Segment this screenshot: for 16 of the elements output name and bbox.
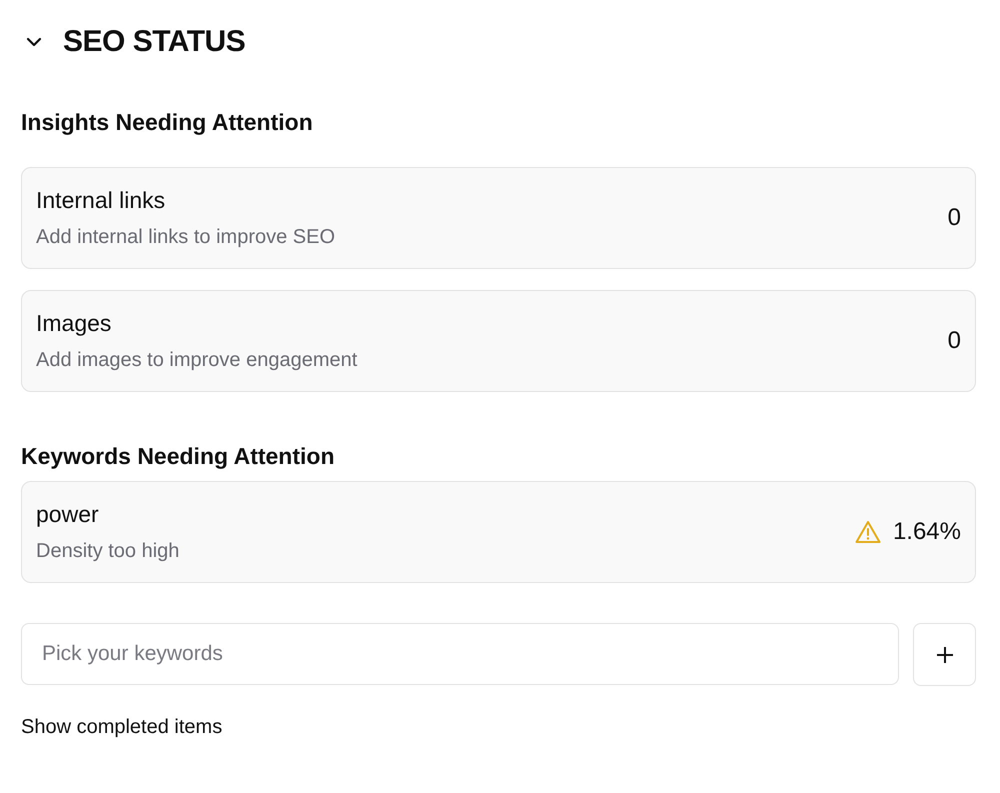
show-completed-link[interactable]: Show completed items [21,716,222,739]
card-value: 0 [948,204,961,232]
card-title: power [36,501,100,528]
card-description: Density too high [36,540,180,563]
section-heading: Keywords Needing Attention [21,442,336,471]
card-description: Add images to improve engagement [36,349,358,372]
chevron-icon[interactable] [25,36,43,48]
keyword-input-field[interactable]: Pick your keywords [21,623,899,685]
section-title: SEO STATUS [63,25,246,59]
section-heading: Insights Needing Attention [21,108,314,137]
card-title: Images [36,310,112,337]
card-value: 1.64% [892,518,961,546]
card-description: Add internal links to improve SEO [36,226,336,249]
card-title: Internal links [36,187,166,214]
plus-icon [936,646,954,664]
card-value: 0 [948,327,961,355]
